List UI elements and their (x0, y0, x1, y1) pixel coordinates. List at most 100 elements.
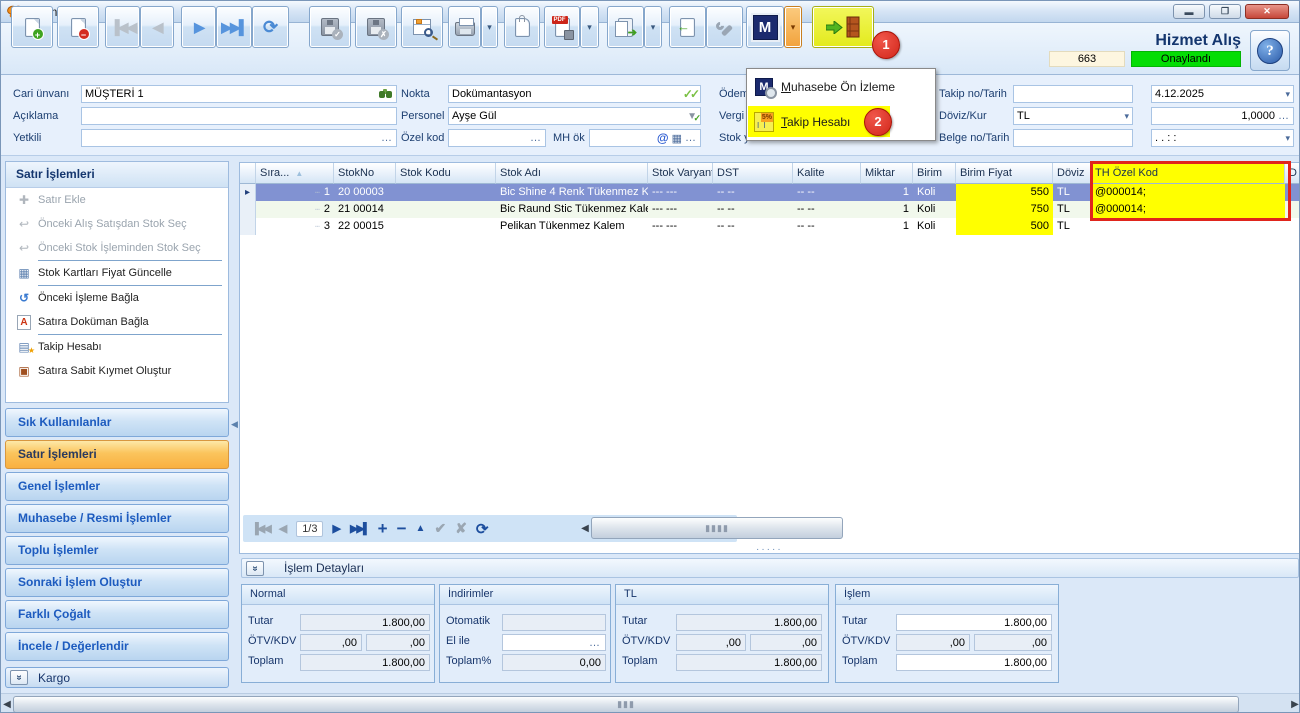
sidebar-group-sik-kullanilanlar[interactable]: Sık Kullanılanlar (5, 408, 229, 437)
mh-ok-field[interactable]: @ ▦ … (589, 129, 701, 147)
column-header-birim[interactable]: Birim (913, 163, 956, 184)
muhasebe-menu-dropdown[interactable]: ▾ (784, 6, 802, 48)
kur-field[interactable]: 1,0000… (1151, 107, 1294, 125)
sidebar-item-satir-ekle[interactable]: ✚ Satır Ekle (6, 188, 228, 212)
indirim-el-ile-field[interactable]: … (502, 634, 606, 651)
islem-toplam-field[interactable]: 1.800,00 (896, 654, 1052, 671)
save-cancel-button[interactable]: ✗ (355, 6, 397, 48)
print-dropdown-button[interactable]: ▾ (481, 6, 498, 48)
sidebar-item-stok-kartlari-fiyat[interactable]: ▦ Stok Kartları Fiyat Güncelle (6, 261, 228, 285)
nav-last-button[interactable]: ▶▶▌ (350, 522, 369, 535)
column-header-stokno[interactable]: StokNo (334, 163, 396, 184)
sidebar-item-satira-dokuman-bagla[interactable]: A Satıra Doküman Bağla (6, 310, 228, 334)
sidebar-group-muhasebe-resmi[interactable]: Muhasebe / Resmi İşlemler (5, 504, 229, 533)
sidebar-item-onceki-isleme-bagla[interactable]: ↺ Önceki İşleme Bağla (6, 286, 228, 310)
nav-next-button[interactable]: ▶ (332, 522, 340, 535)
nav-cancel-button[interactable]: ✘ (455, 520, 467, 537)
nav-edit-button[interactable]: ▲ (416, 523, 426, 534)
islem-tutar-field[interactable]: 1.800,00 (896, 614, 1052, 631)
exit-door-button[interactable] (812, 6, 874, 48)
sidebar-group-toplu-islemler[interactable]: Toplu İşlemler (5, 536, 229, 565)
pdf-save-button[interactable]: PDF (544, 6, 580, 48)
islem-detaylari-bar[interactable]: » İşlem Detayları (241, 558, 1299, 578)
print-button[interactable] (448, 6, 481, 48)
save-button[interactable]: ✓ (309, 6, 351, 48)
sidebar-item-onceki-alis-satisdan[interactable]: ↩ Önceki Alış Satışdan Stok Seç (6, 212, 228, 236)
ozel-kod-field[interactable]: … (448, 129, 546, 147)
cari-unvani-field[interactable]: MÜŞTERİ 1 (81, 85, 397, 103)
sidebar-group-incele-degerlendir[interactable]: İncele / Değerlendir (5, 632, 229, 661)
ellipsis-icon[interactable]: … (589, 637, 601, 649)
sidebar-group-sonraki-islem[interactable]: Sonraki İşlem Oluştur (5, 568, 229, 597)
yetkili-field[interactable]: … (81, 129, 397, 147)
nav-previous-button[interactable]: ◀ (279, 522, 287, 535)
nav-add-row-button[interactable]: + (378, 519, 388, 539)
column-header-dst[interactable]: DST (713, 163, 793, 184)
nav-confirm-button[interactable]: ✔ (434, 520, 446, 537)
ellipsis-icon[interactable]: … (1278, 110, 1290, 122)
new-record-button[interactable]: + (11, 6, 53, 48)
chevron-down-icon[interactable]: ▾ (1124, 111, 1129, 122)
scrollbar-thumb[interactable]: ▮▮▮▮ (591, 517, 843, 539)
ellipsis-icon[interactable]: … (530, 132, 542, 144)
copy-dropdown-button[interactable]: ▾ (644, 6, 662, 48)
takip-tarih-field[interactable]: 4.12.2025▾ (1151, 85, 1294, 103)
column-header-stok-adi[interactable]: Stok Adı (496, 163, 648, 184)
ellipsis-icon[interactable]: … (381, 132, 393, 144)
muhasebe-menu-button[interactable]: M (746, 6, 784, 48)
sidebar-group-farkli-cogalt[interactable]: Farklı Çoğalt (5, 600, 229, 629)
sidebar-item-takip-hesabi[interactable]: ▤★ Takip Hesabı (6, 335, 228, 359)
sidebar-group-genel-islemler[interactable]: Genel İşlemler (5, 472, 229, 501)
copy-forward-button[interactable]: ➔ (607, 6, 644, 48)
collapse-toggle-button[interactable]: » (10, 670, 28, 685)
refresh-button[interactable]: ⟳ (252, 6, 289, 48)
column-header-stok-kodu[interactable]: Stok Kodu (396, 163, 496, 184)
lookup-binoculars-icon[interactable] (379, 91, 385, 98)
belge-tarih-field[interactable]: . . : :▾ (1151, 129, 1294, 147)
menu-item-takip-hesabi[interactable]: 5% I I Takip Hesabı (747, 104, 935, 139)
chevron-down-icon[interactable]: ▾ (1285, 89, 1290, 100)
sidebar-collapse-arrow[interactable]: ◀ (231, 419, 238, 430)
column-header-stok-varyanti[interactable]: Stok Varyantı (648, 163, 713, 184)
kargo-bar[interactable]: » Kargo (5, 667, 229, 688)
column-header-sira[interactable]: Sıra...▲ (256, 163, 334, 184)
next-record-button[interactable]: ▶ (181, 6, 216, 48)
sidebar-item-sabit-kiymet[interactable]: ▣ Satıra Sabit Kıymet Oluştur (6, 359, 228, 383)
scroll-left-icon[interactable]: ◀ (579, 523, 591, 534)
scroll-right-icon[interactable]: ▶ (1289, 699, 1300, 710)
nav-first-button[interactable]: ▐◀◀ (251, 522, 270, 535)
settings-button[interactable] (706, 6, 743, 48)
nav-delete-row-button[interactable]: − (397, 519, 407, 539)
first-record-button[interactable]: ▐◀◀ (105, 6, 140, 48)
table-view-icon[interactable]: ▦ (672, 132, 682, 145)
window-horizontal-scrollbar[interactable]: ◀ ▮▮▮ ▶ (1, 693, 1300, 713)
doviz-select[interactable]: TL▾ (1013, 107, 1133, 125)
sidebar-group-satir-islemleri[interactable]: Satır İşlemleri (5, 440, 229, 469)
aciklama-field[interactable] (81, 107, 397, 125)
belge-no-field[interactable] (1013, 129, 1133, 147)
menu-item-muhasebe-on-izleme[interactable]: M Muhasebe Ön İzleme (747, 69, 935, 104)
sidebar-item-onceki-stok-isleminden[interactable]: ↩ Önceki Stok İşleminden Stok Seç (6, 236, 228, 260)
ellipsis-icon[interactable]: … (685, 132, 697, 144)
details-collapse-button[interactable]: » (246, 561, 264, 576)
column-header-doviz[interactable]: Döviz (1053, 163, 1091, 184)
splitter-handle[interactable]: ····· (756, 544, 783, 555)
column-header-miktar[interactable]: Miktar (861, 163, 913, 184)
close-button[interactable]: ✕ (1245, 4, 1289, 19)
nav-refresh-button[interactable]: ⟳ (476, 520, 489, 538)
chevron-down-icon[interactable]: ▾ (1285, 133, 1290, 144)
delete-record-button[interactable]: − (57, 6, 99, 48)
previous-record-button[interactable]: ◀ (140, 6, 174, 48)
pdf-dropdown-button[interactable]: ▾ (580, 6, 599, 48)
restore-button[interactable]: ❐ (1209, 4, 1241, 19)
grid-horizontal-scrollbar[interactable]: ◀ ▮▮▮▮ (579, 517, 843, 539)
attachment-button[interactable] (504, 6, 540, 48)
personel-field[interactable]: Ayşe Gül▼ (448, 107, 701, 125)
help-button[interactable]: ? (1250, 30, 1290, 71)
takip-no-field[interactable] (1013, 85, 1133, 103)
import-document-button[interactable]: ← (669, 6, 706, 48)
last-record-button[interactable]: ▶▶▌ (216, 6, 252, 48)
grid-preview-button[interactable] (401, 6, 443, 48)
column-header-kalite[interactable]: Kalite (793, 163, 861, 184)
nokta-field[interactable]: Dokümantasyon✓✓ (448, 85, 701, 103)
